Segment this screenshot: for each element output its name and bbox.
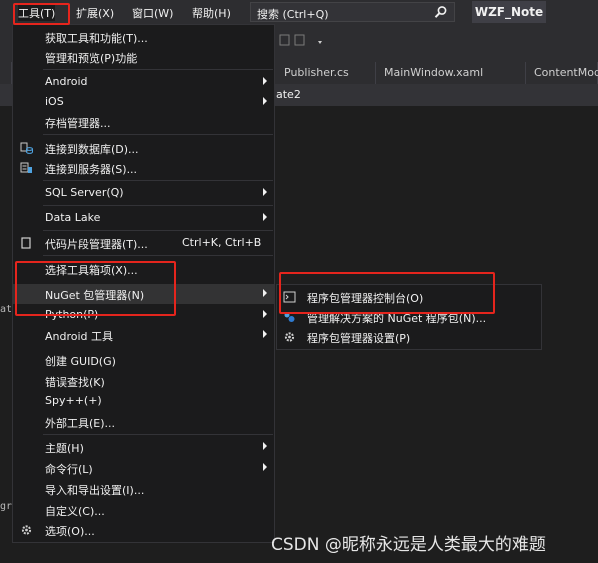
menu-item-ios[interactable]: iOS bbox=[13, 92, 274, 112]
menu-separator bbox=[43, 255, 273, 256]
menu-bar: 工具(T) 扩展(X) 窗口(W) 帮助(H) 搜索 (Ctrl+Q) WZF_… bbox=[0, 0, 598, 24]
submenu-arrow-icon bbox=[263, 310, 267, 318]
menu-item-label: iOS bbox=[45, 95, 64, 108]
submenu-item-label: 程序包管理器设置(P) bbox=[307, 332, 411, 345]
watermark: CSDN @昵称永远是人类最大的难题 bbox=[271, 535, 546, 555]
submenu-arrow-icon bbox=[263, 463, 267, 471]
menu-help[interactable]: 帮助(H) bbox=[192, 5, 231, 21]
menu-item-label: Android 工具 bbox=[45, 330, 114, 343]
server-connect-icon bbox=[20, 162, 32, 173]
annotation-box-tools-menu bbox=[13, 3, 70, 25]
menu-item-label: Spy++(+) bbox=[45, 394, 102, 407]
search-placeholder: 搜索 (Ctrl+Q) bbox=[257, 8, 329, 21]
solution-name-badge: WZF_Note bbox=[472, 1, 546, 23]
menu-window[interactable]: 窗口(W) bbox=[132, 5, 173, 21]
toolbar-icons bbox=[279, 34, 322, 46]
menu-item-label: SQL Server(Q) bbox=[45, 186, 124, 199]
menu-separator bbox=[43, 180, 273, 181]
menu-item-label: 自定义(C)... bbox=[45, 505, 105, 518]
submenu-arrow-icon bbox=[263, 213, 267, 221]
menu-item-import-export[interactable]: 导入和导出设置(I)... bbox=[13, 479, 274, 499]
menu-separator bbox=[43, 205, 273, 206]
menu-item-label: 命令行(L) bbox=[45, 463, 93, 476]
snippet-icon bbox=[21, 237, 31, 249]
submenu-arrow-icon bbox=[263, 442, 267, 450]
submenu-arrow-icon bbox=[263, 330, 267, 338]
menu-item-snippet-manager[interactable]: 代码片段管理器(T)... Ctrl+K, Ctrl+B bbox=[13, 233, 274, 253]
menu-item-label: 外部工具(E)... bbox=[45, 417, 116, 430]
tab-label: ContentMod bbox=[534, 66, 598, 79]
submenu-arrow-icon bbox=[263, 289, 267, 297]
tab-contentmod[interactable]: ContentMod bbox=[526, 62, 598, 84]
menu-separator bbox=[43, 230, 273, 231]
menu-item-manage-preview[interactable]: 管理和预览(P)功能 bbox=[13, 47, 274, 67]
menu-item-external-tools[interactable]: 外部工具(E)... bbox=[13, 412, 274, 432]
menu-extensions[interactable]: 扩展(X) bbox=[76, 5, 114, 21]
menu-separator bbox=[43, 69, 273, 70]
gear-icon bbox=[21, 525, 32, 535]
menu-item-customize[interactable]: 自定义(C)... bbox=[13, 500, 274, 520]
menu-item-connect-server[interactable]: 连接到服务器(S)... bbox=[13, 158, 274, 178]
submenu-item-package-manager-settings[interactable]: 程序包管理器设置(P) bbox=[277, 327, 541, 347]
tab-label: Publisher.cs bbox=[284, 66, 349, 79]
menu-separator bbox=[43, 434, 273, 435]
search-box[interactable]: 搜索 (Ctrl+Q) bbox=[250, 2, 455, 22]
menu-item-create-guid[interactable]: 创建 GUID(G) bbox=[13, 350, 274, 370]
menu-item-label: 选项(O)... bbox=[45, 525, 95, 538]
annotation-box-nuget-item bbox=[15, 261, 176, 316]
menu-item-theme[interactable]: 主题(H) bbox=[13, 437, 274, 457]
submenu-arrow-icon bbox=[263, 97, 267, 105]
menu-item-options[interactable]: 选项(O)... bbox=[13, 520, 274, 540]
menu-item-connect-database[interactable]: 连接到数据库(D)... bbox=[13, 138, 274, 158]
gear-icon bbox=[284, 332, 295, 342]
submenu-arrow-icon bbox=[263, 77, 267, 85]
menu-item-label: Data Lake bbox=[45, 211, 101, 224]
menu-item-label: 创建 GUID(G) bbox=[45, 355, 116, 368]
tab-mainwindow-xaml[interactable]: MainWindow.xaml bbox=[376, 62, 526, 84]
menu-item-label: 连接到服务器(S)... bbox=[45, 163, 138, 176]
tab-fragment[interactable]: xml bbox=[0, 62, 12, 84]
menu-item-label: 错误查找(K) bbox=[45, 376, 105, 389]
tab-label: MainWindow.xaml bbox=[384, 66, 484, 79]
search-icon bbox=[434, 6, 447, 18]
submenu-arrow-icon bbox=[263, 188, 267, 196]
menu-item-label: 连接到数据库(D)... bbox=[45, 143, 139, 156]
menu-item-error-lookup[interactable]: 错误查找(K) bbox=[13, 371, 274, 391]
menu-item-data-lake[interactable]: Data Lake bbox=[13, 208, 274, 228]
tab-publisher-cs[interactable]: Publisher.cs bbox=[276, 62, 376, 84]
menu-item-label: 管理和预览(P)功能 bbox=[45, 52, 138, 65]
menu-item-label: 存档管理器... bbox=[45, 117, 111, 130]
state-label: ate2 bbox=[276, 88, 301, 101]
menu-item-archive-manager[interactable]: 存档管理器... bbox=[13, 112, 274, 132]
code-fragment: gr bbox=[0, 501, 13, 512]
menu-item-android-tools[interactable]: Android 工具 bbox=[13, 325, 274, 345]
menu-item-get-tools[interactable]: 获取工具和功能(T)... bbox=[13, 27, 274, 47]
menu-item-sql-server[interactable]: SQL Server(Q) bbox=[13, 183, 274, 203]
menu-item-shortcut: Ctrl+K, Ctrl+B bbox=[182, 236, 262, 249]
database-connect-icon bbox=[20, 142, 33, 154]
code-fragment: at bbox=[0, 304, 13, 315]
menu-separator bbox=[43, 134, 273, 135]
menu-item-label: 导入和导出设置(I)... bbox=[45, 484, 145, 497]
menu-item-android[interactable]: Android bbox=[13, 72, 274, 92]
menu-item-label: 主题(H) bbox=[45, 442, 84, 455]
menu-item-label: 代码片段管理器(T)... bbox=[45, 238, 148, 251]
menu-item-label: 获取工具和功能(T)... bbox=[45, 32, 148, 45]
annotation-box-console-item bbox=[279, 272, 495, 314]
menu-item-label: Android bbox=[45, 75, 88, 88]
menu-item-command-line[interactable]: 命令行(L) bbox=[13, 458, 274, 478]
menu-item-spy[interactable]: Spy++(+) bbox=[13, 391, 274, 411]
